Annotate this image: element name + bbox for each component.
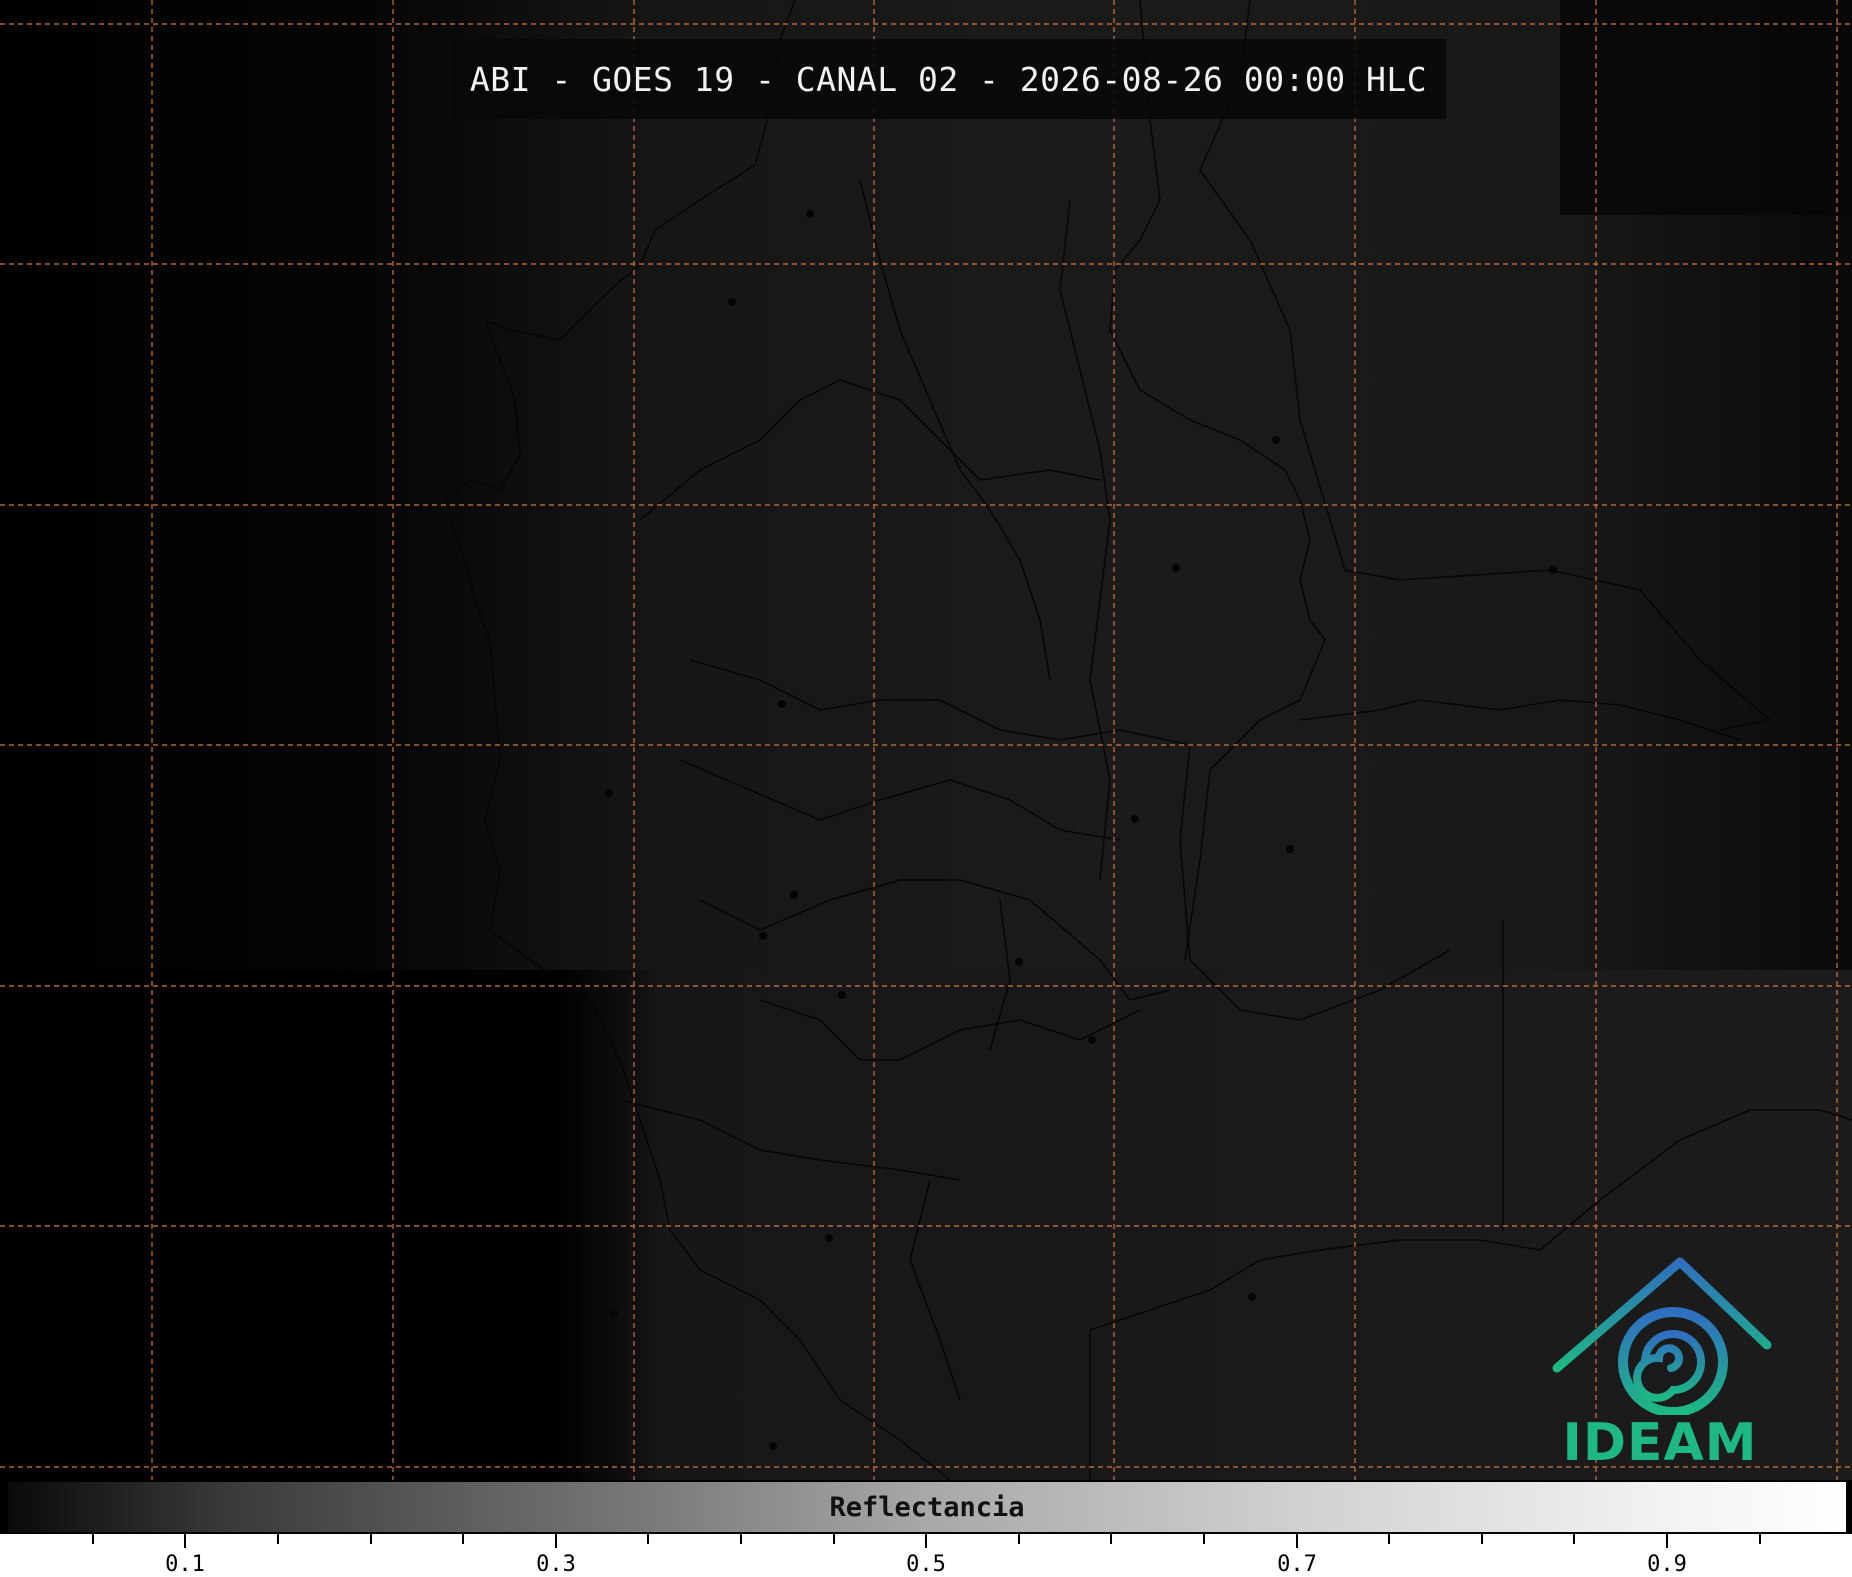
colorbar-tick-label: 0.7 — [1277, 1552, 1317, 1577]
colorbar-axis: 0.1 0.3 0.5 0.7 0.9 — [0, 1534, 1852, 1577]
ideam-logo: IDEAM — [1545, 1250, 1775, 1475]
map-title: ABI - GOES 19 - CANAL 02 - 2026-08-26 00… — [469, 59, 1428, 99]
colorbar-label: Reflectancia — [829, 1492, 1025, 1523]
imagery-dark-corner — [1560, 0, 1852, 215]
colorbar-minor-tick — [1018, 1534, 1020, 1544]
colorbar-minor-tick — [1481, 1534, 1483, 1544]
colorbar-tick-label: 0.9 — [1647, 1552, 1687, 1577]
colorbar-minor-tick — [277, 1534, 279, 1544]
colorbar-major-tick — [555, 1534, 557, 1548]
colorbar-major-tick — [925, 1534, 927, 1548]
colorbar-minor-tick — [462, 1534, 464, 1544]
colorbar-tick-label: 0.1 — [165, 1552, 205, 1577]
colorbar-minor-tick — [1759, 1534, 1761, 1544]
colorbar: Reflectancia — [6, 1480, 1848, 1534]
colorbar-minor-tick — [92, 1534, 94, 1544]
colorbar-major-tick — [1296, 1534, 1298, 1548]
colorbar-minor-tick — [1203, 1534, 1205, 1544]
colorbar-minor-tick — [1573, 1534, 1575, 1544]
colorbar-tick-label: 0.5 — [906, 1552, 946, 1577]
colorbar-minor-tick — [1110, 1534, 1112, 1544]
colorbar-minor-tick — [1388, 1534, 1390, 1544]
colorbar-minor-tick — [833, 1534, 835, 1544]
map-title-box: ABI - GOES 19 - CANAL 02 - 2026-08-26 00… — [451, 39, 1446, 119]
satellite-map: ABI - GOES 19 - CANAL 02 - 2026-08-26 00… — [0, 0, 1852, 1480]
ideam-logo-icon — [1552, 1257, 1772, 1415]
colorbar-major-tick — [184, 1534, 186, 1548]
colorbar-tick-label: 0.3 — [536, 1552, 576, 1577]
colorbar-minor-tick — [647, 1534, 649, 1544]
colorbar-minor-tick — [740, 1534, 742, 1544]
ideam-logo-text: IDEAM — [1562, 1413, 1758, 1473]
colorbar-minor-tick — [370, 1534, 372, 1544]
colorbar-major-tick — [1666, 1534, 1668, 1548]
